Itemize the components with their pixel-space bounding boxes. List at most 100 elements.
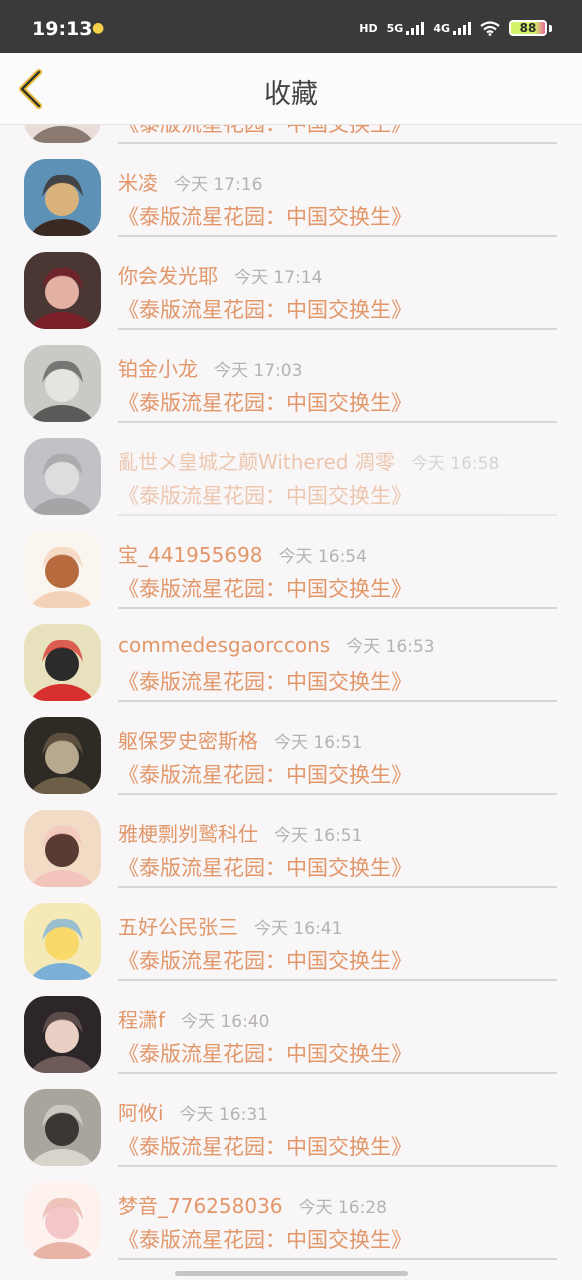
avatar[interactable] bbox=[24, 438, 101, 515]
user-name[interactable]: 阿攸i bbox=[118, 1101, 164, 1125]
battery-level: 88 bbox=[519, 21, 537, 35]
avatar[interactable] bbox=[24, 125, 101, 143]
row-header: 宝_441955698 今天 16:54 bbox=[118, 539, 568, 568]
user-name[interactable]: 铂金小龙 bbox=[118, 357, 198, 381]
5g-label: 5G bbox=[386, 21, 404, 35]
work-title[interactable]: 《泰版流星花园：中国交换生》 bbox=[118, 666, 412, 696]
avatar[interactable] bbox=[24, 996, 101, 1073]
status-bar: 19:13 ● HD 5G 4G 88 bbox=[0, 0, 582, 53]
avatar[interactable] bbox=[24, 531, 101, 608]
user-name[interactable]: 程潇f bbox=[118, 1008, 165, 1032]
row-divider bbox=[118, 328, 557, 330]
row-header: 躯保罗史密斯格 今天 16:51 bbox=[118, 725, 568, 754]
user-name[interactable]: 宝_441955698 bbox=[118, 543, 263, 567]
avatar[interactable] bbox=[24, 810, 101, 887]
avatar[interactable] bbox=[24, 903, 101, 980]
favorite-row[interactable]: 躯保罗史密斯格 今天 16:51 《泰版流星花园：中国交换生》 bbox=[0, 707, 582, 800]
home-indicator[interactable] bbox=[175, 1271, 408, 1276]
row-divider bbox=[118, 700, 557, 702]
work-title[interactable]: 《泰版流星花园：中国交换生》 bbox=[118, 852, 412, 882]
user-name[interactable]: commedesgaorccons bbox=[118, 633, 330, 657]
user-name[interactable]: 五好公民张三 bbox=[118, 915, 238, 939]
user-name[interactable]: 米凌 bbox=[118, 171, 158, 195]
work-title[interactable]: 《泰版流星花园：中国交换生》 bbox=[118, 759, 412, 789]
avatar[interactable] bbox=[24, 252, 101, 329]
row-header: 五好公民张三 今天 16:41 bbox=[118, 911, 568, 940]
favorite-row[interactable]: 宝_441955698 今天 16:54 《泰版流星花园：中国交换生》 bbox=[0, 521, 582, 614]
work-title[interactable]: 《泰版流星花园：中国交换生》 bbox=[118, 125, 412, 138]
work-title[interactable]: 《泰版流星花园：中国交换生》 bbox=[118, 201, 412, 231]
status-time: 19:13 bbox=[32, 18, 93, 40]
favorite-time: 今天 16:31 bbox=[179, 1105, 268, 1125]
favorite-time: 今天 17:14 bbox=[234, 268, 323, 288]
row-header: 雅梗剽刿鹫科仕 今天 16:51 bbox=[118, 818, 568, 847]
favorite-time: 今天 16:53 bbox=[346, 637, 435, 657]
favorite-row[interactable]: 《泰版流星花园：中国交换生》 bbox=[0, 125, 582, 149]
favorite-time: 今天 16:58 bbox=[410, 454, 500, 474]
5g-signal-icon: 5G bbox=[386, 21, 425, 35]
work-title[interactable]: 《泰版流星花园：中国交换生》 bbox=[118, 1038, 412, 1068]
favorite-time: 今天 16:41 bbox=[254, 919, 343, 939]
battery-icon: 88 bbox=[509, 20, 547, 36]
avatar[interactable] bbox=[24, 624, 101, 701]
user-name[interactable]: 雅梗剽刿鹫科仕 bbox=[118, 822, 258, 846]
favorite-row[interactable]: 梦音_776258036 今天 16:28 《泰版流星花园：中国交换生》 bbox=[0, 1172, 582, 1265]
favorite-time: 今天 17:16 bbox=[174, 175, 263, 195]
avatar[interactable] bbox=[24, 1089, 101, 1166]
favorite-time: 今天 16:40 bbox=[181, 1012, 270, 1032]
favorite-row[interactable]: 亂世メ皇城之颠Withered 凋零 今天 16:58 《泰版流星花园：中国交换生》 bbox=[0, 428, 582, 521]
header-bar: 收藏 bbox=[0, 53, 582, 125]
work-title[interactable]: 《泰版流星花园：中国交换生》 bbox=[118, 480, 412, 510]
work-title[interactable]: 《泰版流星花园：中国交换生》 bbox=[118, 387, 412, 417]
row-header: 铂金小龙 今天 17:03 bbox=[118, 353, 568, 382]
user-name[interactable]: 你会发光耶 bbox=[118, 264, 218, 288]
favorite-row[interactable]: commedesgaorccons 今天 16:53 《泰版流星花园：中国交换生》 bbox=[0, 614, 582, 707]
favorite-time: 今天 16:51 bbox=[274, 826, 363, 846]
favorite-time: 今天 16:54 bbox=[278, 547, 367, 567]
page-title: 收藏 bbox=[264, 79, 318, 110]
user-name[interactable]: 梦音_776258036 bbox=[118, 1194, 283, 1218]
row-divider bbox=[118, 142, 557, 144]
row-header: 亂世メ皇城之颠Withered 凋零 今天 16:58 bbox=[118, 446, 568, 475]
row-header: 程潇f 今天 16:40 bbox=[118, 1004, 568, 1033]
favorite-time: 今天 16:28 bbox=[298, 1198, 387, 1218]
row-header: 米凌 今天 17:16 bbox=[118, 167, 568, 196]
favorite-row[interactable]: 铂金小龙 今天 17:03 《泰版流星花园：中国交换生》 bbox=[0, 335, 582, 428]
favorite-row[interactable]: 雅梗剽刿鹫科仕 今天 16:51 《泰版流星花园：中国交换生》 bbox=[0, 800, 582, 893]
4g-label: 4G bbox=[433, 21, 450, 35]
avatar[interactable] bbox=[24, 1182, 101, 1259]
work-title[interactable]: 《泰版流星花园：中国交换生》 bbox=[118, 1131, 412, 1161]
avatar[interactable] bbox=[24, 345, 101, 422]
row-divider bbox=[118, 421, 557, 423]
favorite-row[interactable]: 你会发光耶 今天 17:14 《泰版流星花园：中国交换生》 bbox=[0, 242, 582, 335]
row-divider bbox=[118, 1072, 557, 1074]
favorite-time: 今天 16:51 bbox=[274, 733, 363, 753]
favorite-row[interactable]: 五好公民张三 今天 16:41 《泰版流星花园：中国交换生》 bbox=[0, 893, 582, 986]
favorites-list: 《泰版流星花园：中国交换生》米凌今天 17:16《泰版流星花园：中国交换生》你会… bbox=[0, 125, 582, 1280]
user-name[interactable]: 躯保罗史密斯格 bbox=[118, 729, 258, 753]
row-header: commedesgaorccons 今天 16:53 bbox=[118, 632, 568, 657]
work-title[interactable]: 《泰版流星花园：中国交换生》 bbox=[118, 1224, 412, 1254]
row-divider bbox=[118, 793, 557, 795]
status-icons: HD 5G 4G 88 bbox=[359, 20, 552, 36]
row-divider bbox=[118, 886, 557, 888]
row-divider bbox=[118, 1165, 557, 1167]
avatar[interactable] bbox=[24, 159, 101, 236]
row-header: 你会发光耶 今天 17:14 bbox=[118, 260, 568, 289]
row-divider bbox=[118, 1258, 557, 1260]
wifi-icon bbox=[480, 20, 500, 36]
4g-signal-icon: 4G bbox=[433, 21, 471, 35]
row-header: 阿攸i 今天 16:31 bbox=[118, 1097, 568, 1126]
user-name[interactable]: 亂世メ皇城之颠Withered 凋零 bbox=[118, 450, 395, 474]
row-divider bbox=[118, 607, 557, 609]
favorite-row[interactable]: 程潇f 今天 16:40 《泰版流星花园：中国交换生》 bbox=[0, 986, 582, 1079]
work-title[interactable]: 《泰版流星花园：中国交换生》 bbox=[118, 573, 412, 603]
avatar[interactable] bbox=[24, 717, 101, 794]
row-divider bbox=[118, 979, 557, 981]
favorite-time: 今天 17:03 bbox=[214, 361, 303, 381]
row-divider bbox=[118, 514, 557, 516]
work-title[interactable]: 《泰版流星花园：中国交换生》 bbox=[118, 945, 412, 975]
favorite-row[interactable]: 阿攸i 今天 16:31 《泰版流星花园：中国交换生》 bbox=[0, 1079, 582, 1172]
favorite-row[interactable]: 米凌 今天 17:16 《泰版流星花园：中国交换生》 bbox=[0, 149, 582, 242]
work-title[interactable]: 《泰版流星花园：中国交换生》 bbox=[118, 294, 412, 324]
